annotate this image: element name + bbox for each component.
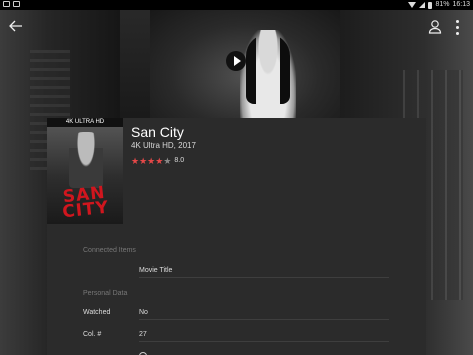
collection-number-value[interactable]: 27 xyxy=(139,330,147,339)
movie-title: San City xyxy=(131,124,184,140)
clock: 16:13 xyxy=(452,1,470,8)
movie-subtitle: 4K Ultra HD, 2017 xyxy=(131,141,196,150)
status-system: 81% 16:13 xyxy=(408,1,470,9)
rating[interactable]: ★ ★ ★ ★ ★ 8.0 xyxy=(131,156,184,166)
arrow-left-icon xyxy=(9,20,22,32)
watched-value[interactable]: No xyxy=(139,308,148,317)
dot-icon xyxy=(455,25,459,29)
star-icon: ★ xyxy=(139,156,148,166)
cover-title-line: CITY xyxy=(61,197,111,223)
connected-item-title[interactable]: Movie Title xyxy=(139,266,172,275)
back-button[interactable] xyxy=(8,18,26,36)
cover-format-badge: 4K ULTRA HD xyxy=(47,118,123,127)
status-bar: 81% 16:13 xyxy=(0,0,473,10)
movie-cover[interactable]: 4K ULTRA HD SAN CITY xyxy=(47,118,123,224)
star-icon: ★ xyxy=(131,156,140,166)
star-icon: ★ xyxy=(155,156,164,166)
status-notifications xyxy=(3,1,20,7)
cover-title-logo: SAN CITY xyxy=(50,183,121,223)
backdrop-figure-hair xyxy=(246,34,290,104)
divider xyxy=(139,341,389,342)
signal-icon xyxy=(419,2,426,8)
star-icon: ★ xyxy=(163,156,172,166)
battery-level: 81% xyxy=(435,1,450,8)
section-connected-items: Connected Items xyxy=(83,247,136,254)
movie-details-card: 4K ULTRA HD SAN CITY San City 4K Ultra H… xyxy=(47,118,426,355)
collection-number-label: Col. # xyxy=(83,331,102,338)
dot-icon xyxy=(455,19,459,23)
image-notification-icon xyxy=(13,1,20,7)
wifi-icon xyxy=(408,2,417,8)
more-options-button[interactable] xyxy=(452,18,462,36)
watched-label: Watched xyxy=(83,309,111,316)
divider xyxy=(139,319,389,320)
person-icon xyxy=(428,20,442,34)
section-personal-data: Personal Data xyxy=(83,290,128,297)
rating-value: 8.0 xyxy=(174,157,185,164)
play-trailer-button[interactable] xyxy=(226,51,246,71)
cover-artwork xyxy=(69,132,103,188)
movie-detail-screen: 81% 16:13 4K ULTRA HD SAN CITY San City xyxy=(0,0,473,355)
star-icon: ★ xyxy=(147,156,156,166)
profile-button[interactable] xyxy=(428,19,442,35)
divider xyxy=(139,277,389,278)
notification-icon xyxy=(3,1,10,7)
dot-icon xyxy=(455,31,459,35)
battery-icon xyxy=(428,1,433,9)
